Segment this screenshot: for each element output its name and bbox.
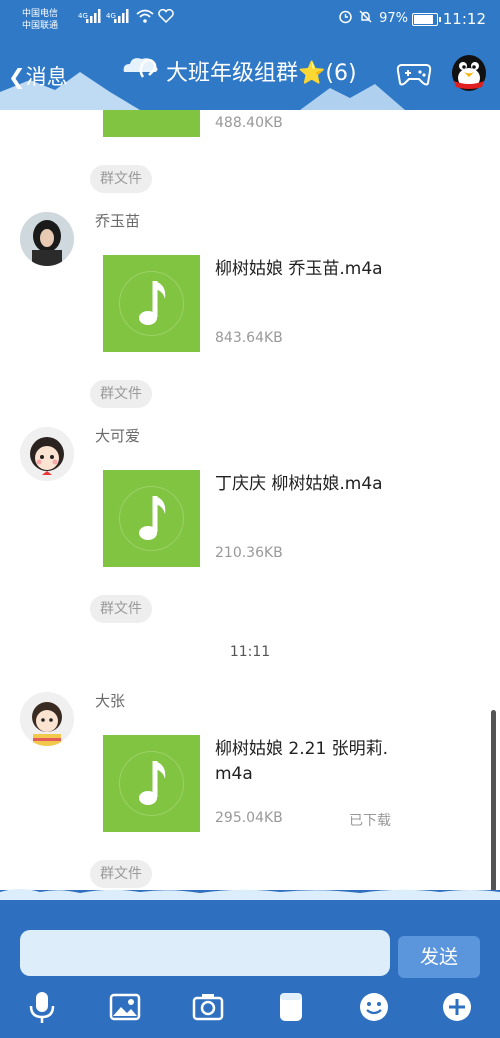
message-input[interactable] [20, 930, 390, 976]
timestamp: 11:11 [229, 644, 271, 660]
battery-icon [412, 13, 441, 26]
user-photo [20, 692, 74, 746]
user-photo [20, 427, 74, 481]
music-note-icon [119, 751, 184, 816]
avatar[interactable] [20, 692, 74, 746]
plus-icon[interactable] [440, 990, 474, 1024]
carrier-info: 中国电信 中国联通 [22, 8, 58, 32]
microphone-icon[interactable] [25, 990, 59, 1024]
group-file-chip[interactable]: 群文件 [90, 165, 152, 193]
file-message[interactable]: 柳树姑娘 2.21 张明莉.m4a 295.04KB 已下载 [103, 735, 393, 832]
audio-file-thumbnail [103, 470, 200, 567]
carrier-2: 中国联通 [22, 21, 59, 31]
file-message-partial[interactable]: 488.40KB [103, 110, 393, 137]
file-message[interactable]: 丁庆庆 柳树姑娘.m4a 210.36KB [103, 470, 393, 567]
file-size: 488.40KB [215, 115, 283, 131]
camera-icon[interactable] [191, 990, 225, 1024]
nav-bar: ❮消息 大班年级组群⭐(6) [0, 45, 500, 105]
mute-icon [359, 10, 372, 23]
alarm-icon [339, 10, 352, 24]
snow-edge-decoration [0, 889, 500, 900]
game-controller-icon[interactable] [396, 61, 432, 87]
wifi-icon [136, 9, 154, 23]
emoji-icon[interactable] [357, 990, 391, 1024]
user-photo [20, 212, 74, 266]
ear-icon[interactable] [137, 57, 159, 81]
chevron-left-icon: ❮ [8, 65, 26, 89]
file-icon[interactable] [274, 990, 308, 1024]
chat-header: 中国电信 中国联通 4G 4G 97% 11:12 ❮消息 大班年级组群⭐(6) [0, 0, 500, 110]
audio-file-thumbnail [103, 255, 200, 352]
group-file-chip[interactable]: 群文件 [90, 380, 152, 408]
file-name: 柳树姑娘 乔玉苗.m4a [215, 259, 383, 279]
audio-file-thumbnail [103, 110, 200, 137]
message-list[interactable]: 488.40KB 群文件 乔玉苗 柳树姑娘 乔玉苗.m4a 843.64KB 群… [0, 110, 500, 900]
music-note-icon [119, 271, 184, 336]
file-message[interactable]: 柳树姑娘 乔玉苗.m4a 843.64KB [103, 255, 393, 352]
download-status: 已下载 [349, 813, 391, 829]
clock: 11:12 [442, 10, 486, 28]
scrollbar[interactable] [491, 710, 496, 892]
send-button[interactable]: 发送 [398, 936, 480, 978]
status-bar: 中国电信 中国联通 4G 4G 97% 11:12 [0, 0, 500, 40]
file-name: 柳树姑娘 2.21 张明莉.m4a [215, 739, 389, 784]
music-note-icon [119, 486, 184, 551]
file-size: 210.36KB [215, 545, 283, 561]
sender-name: 乔玉苗 [95, 212, 141, 230]
back-label: 消息 [25, 65, 68, 89]
signal-icon-2 [114, 9, 129, 23]
sender-name: 大可爱 [95, 427, 141, 445]
avatar[interactable] [20, 427, 74, 481]
file-name: 丁庆庆 柳树姑娘.m4a [215, 474, 383, 494]
signal-icon [86, 9, 101, 23]
heart-icon [158, 9, 174, 23]
image-icon[interactable] [108, 990, 142, 1024]
audio-file-thumbnail [103, 735, 200, 832]
chat-title: 大班年级组群⭐(6) [166, 61, 357, 86]
composer-panel: 发送 [0, 889, 500, 1038]
carrier-1: 中国电信 [22, 9, 59, 19]
back-button[interactable]: ❮消息 [8, 61, 68, 91]
group-file-chip[interactable]: 群文件 [90, 595, 152, 623]
avatar[interactable] [20, 212, 74, 266]
sender-name: 大张 [95, 692, 126, 710]
file-size: 843.64KB [215, 330, 283, 346]
file-size: 295.04KB [215, 810, 283, 826]
qq-penguin-icon[interactable] [446, 51, 492, 95]
battery-percent: 97% [379, 11, 408, 26]
